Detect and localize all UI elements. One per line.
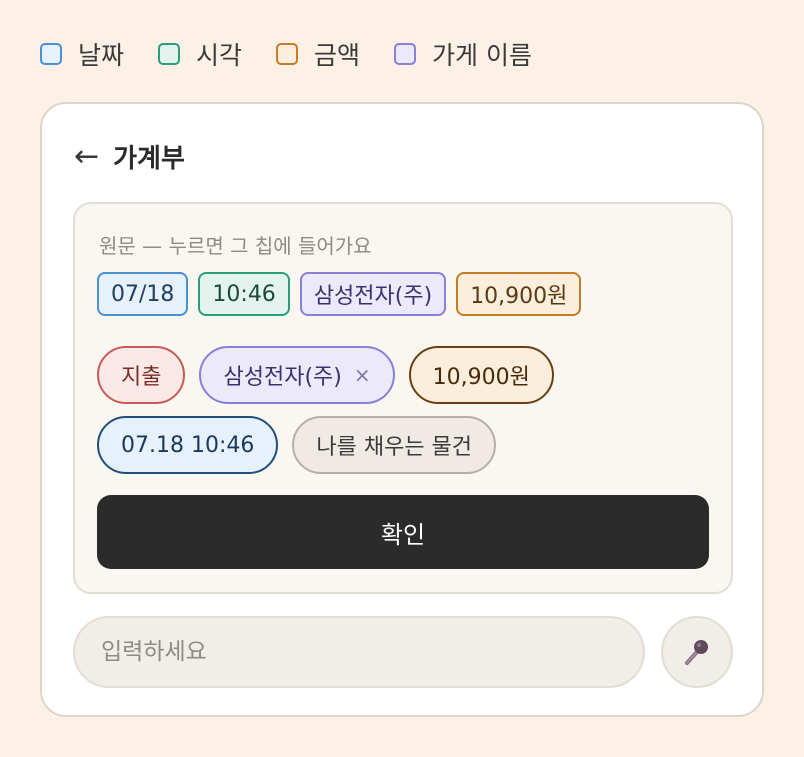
legend-label-time: 시각: [196, 41, 243, 70]
category-chip[interactable]: 나를 채우는 물건: [292, 416, 497, 474]
back-arrow-icon[interactable]: ←: [74, 141, 99, 172]
legend: 날짜 시각 금액 가게 이름: [40, 36, 566, 72]
original-text-row: 07/18 10:46 삼성전자(주) 10,900원: [97, 272, 591, 316]
original-chip-date[interactable]: 07/18: [97, 272, 189, 316]
microphone-icon: [685, 640, 708, 665]
legend-swatch-store: [394, 43, 417, 65]
datetime-chip[interactable]: 07.18 10:46: [97, 416, 279, 474]
store-chip[interactable]: 삼성전자(주) ×: [199, 346, 395, 404]
parse-panel: 원문 — 누르면 그 칩에 들어가요 07/18 10:46 삼성전자(주) 1…: [73, 202, 733, 594]
legend-label-store: 가게 이름: [432, 41, 532, 70]
legend-amount: 금액: [276, 36, 360, 72]
type-chip-expense[interactable]: 지출: [97, 346, 186, 404]
original-chip-time[interactable]: 10:46: [198, 272, 290, 316]
remove-icon[interactable]: ×: [354, 363, 371, 387]
original-chip-store[interactable]: 삼성전자(주): [299, 272, 447, 316]
original-chip-amount[interactable]: 10,900원: [456, 272, 582, 316]
amount-chip[interactable]: 10,900원: [408, 346, 554, 404]
legend-date: 날짜: [40, 36, 124, 72]
parsed-chips-row-1: 지출 삼성전자(주) × 10,900원: [97, 346, 568, 404]
legend-swatch-amount: [276, 43, 299, 65]
original-text-hint: 원문 — 누르면 그 칩에 들어가요: [99, 234, 372, 258]
legend-store: 가게 이름: [394, 36, 532, 72]
page-title: 가계부: [113, 144, 185, 174]
legend-swatch-time: [158, 43, 181, 65]
ledger-card: ← 가계부 원문 — 누르면 그 칩에 들어가요 07/18 10:46 삼성전…: [40, 102, 764, 717]
store-chip-label: 삼성전자(주): [223, 365, 342, 390]
legend-swatch-date: [40, 43, 62, 65]
message-input[interactable]: [101, 639, 643, 665]
legend-time: 시각: [158, 36, 242, 72]
parsed-chips-row-2: 07.18 10:46 나를 채우는 물건: [97, 416, 510, 474]
legend-label-date: 날짜: [78, 41, 125, 70]
header: ← 가계부: [74, 138, 185, 175]
confirm-button[interactable]: 확인: [97, 495, 709, 569]
message-input-bar[interactable]: [73, 616, 645, 688]
mic-button[interactable]: [661, 616, 733, 688]
legend-label-amount: 금액: [314, 41, 361, 70]
